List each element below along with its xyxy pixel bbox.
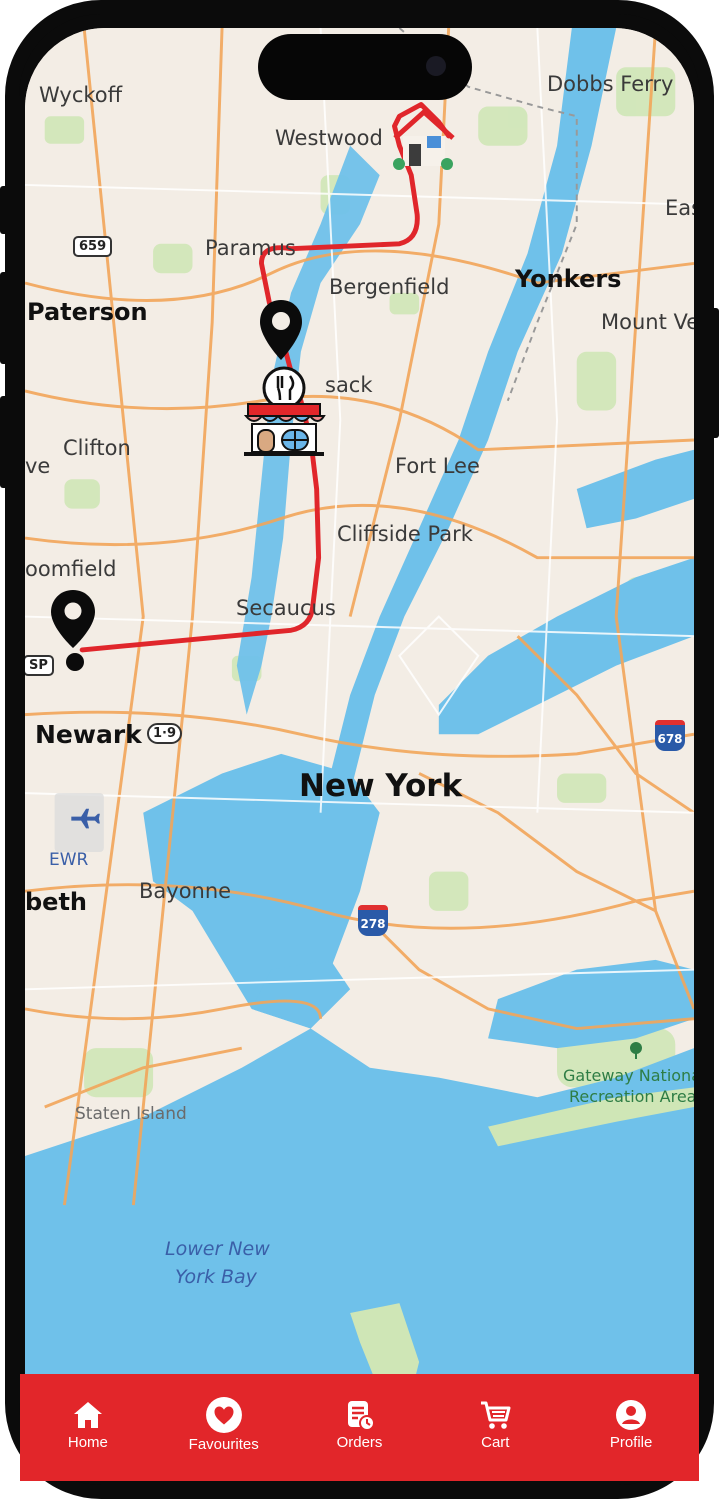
heart-icon [205,1397,242,1433]
place-label: Paterson [27,298,148,326]
nav-cart[interactable]: Cart [440,1398,550,1451]
nav-orders[interactable]: Orders [304,1398,414,1451]
place-label: Mount Ver [601,310,694,334]
nav-home-label: Home [67,1434,108,1451]
phone-frame: Wyckoff Dobbs Ferry Westwood Eas Paramus… [5,0,714,1499]
current-location-pin-icon[interactable] [49,588,97,674]
place-label: oomfield [25,557,117,581]
place-label: ve [25,454,51,478]
interstate-shield: 278 [358,905,388,936]
home-icon [73,1402,102,1428]
restaurant-pin-icon[interactable] [258,298,304,364]
place-label: Paramus [205,236,296,260]
place-label: Staten Island [75,1104,187,1124]
place-label: EWR [49,850,89,870]
nav-favourites[interactable]: Favourites [169,1396,279,1453]
nav-favourites-label: Favourites [188,1436,259,1453]
home-destination-icon[interactable] [387,106,461,170]
place-label: Dobbs Ferry [547,72,674,96]
place-label: New York [299,768,463,804]
place-label: Gateway Nationa [563,1066,694,1085]
place-label: Cliffside Park [337,522,473,546]
place-label: Clifton [63,436,131,460]
route-shield: 659 [73,236,113,257]
place-label: beth [25,888,88,916]
place-label: Eas [665,196,694,220]
bottom-navigation: Home Favourites Orders Cart Profile [20,1374,699,1481]
restaurant-store-icon[interactable] [238,358,330,456]
orders-icon [348,1401,376,1431]
water-label: York Bay [175,1266,257,1288]
interstate-shield: 678 [655,720,685,751]
nav-home[interactable]: Home [33,1398,143,1451]
nav-orders-label: Orders [336,1434,383,1451]
place-label: Wyckoff [39,83,123,107]
place-label: Westwood [275,126,383,150]
water-label: Lower New [165,1238,270,1260]
screen: Wyckoff Dobbs Ferry Westwood Eas Paramus… [25,28,694,1467]
cart-icon [481,1401,511,1429]
profile-icon [616,1400,647,1430]
nav-profile-label: Profile [609,1434,653,1451]
place-label: Bayonne [139,879,232,903]
route-shield: 1·9 [147,723,183,744]
place-label: Fort Lee [395,454,480,478]
place-label: Secaucus [236,596,336,620]
dynamic-island [258,34,472,100]
place-label: Bergenfield [329,275,450,299]
front-camera-icon [426,56,446,76]
place-label: Newark [35,720,142,749]
nav-profile[interactable]: Profile [576,1398,686,1451]
place-label: Yonkers [515,265,622,293]
place-label: Recreation Area [569,1087,694,1106]
tree-icon [629,1042,643,1060]
nav-cart-label: Cart [481,1434,510,1451]
place-label: sack [325,373,373,397]
